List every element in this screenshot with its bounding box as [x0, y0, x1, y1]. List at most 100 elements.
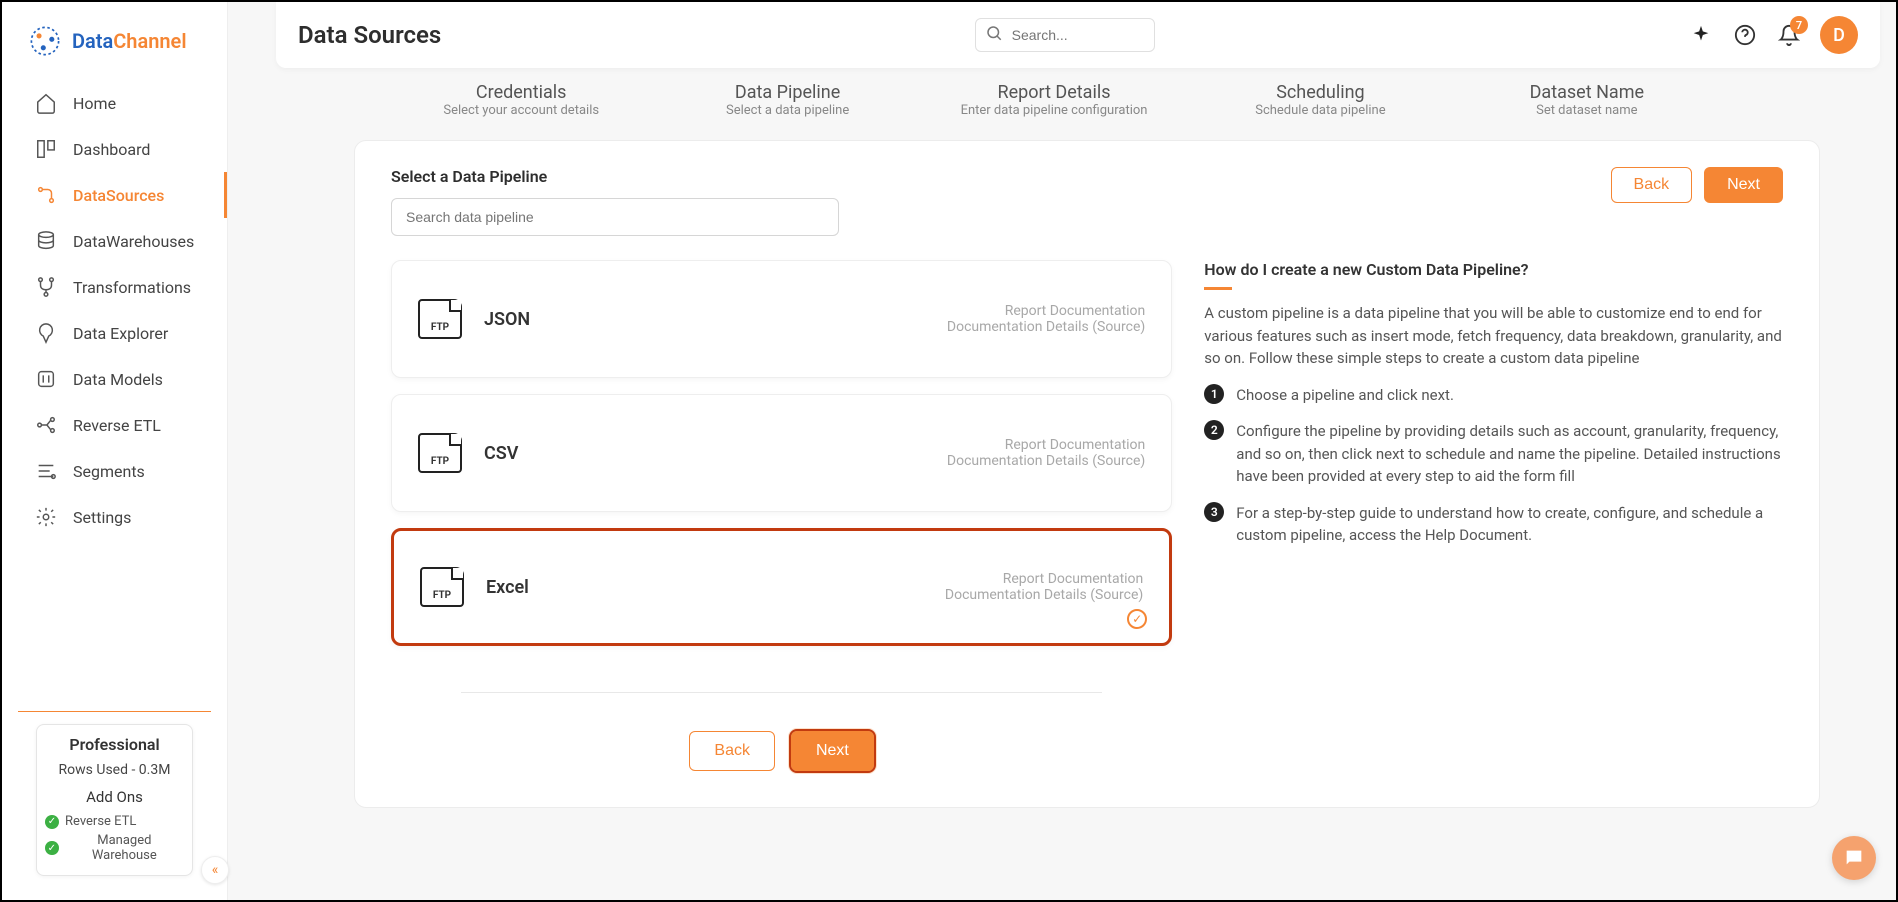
sidebar-item-datawarehouses[interactable]: DataWarehouses: [2, 218, 227, 264]
help-paragraph: A custom pipeline is a data pipeline tha…: [1204, 302, 1783, 370]
notifications-icon[interactable]: 7: [1776, 22, 1802, 48]
sidebar-item-label: Dashboard: [73, 140, 150, 159]
sidebar-item-home[interactable]: Home: [2, 80, 227, 126]
pipeline-links: Report Documentation Documentation Detai…: [947, 303, 1145, 335]
report-documentation-link[interactable]: Report Documentation: [947, 437, 1145, 453]
selected-check-icon: ✓: [1127, 609, 1147, 629]
pipeline-name: JSON: [484, 309, 530, 330]
back-button-bottom[interactable]: Back: [689, 731, 775, 771]
step-credentials[interactable]: Credentials Select your account details: [388, 82, 654, 118]
plan-title: Professional: [37, 735, 192, 754]
sidebar-item-label: Settings: [73, 508, 131, 527]
step-data-pipeline[interactable]: Data Pipeline Select a data pipeline: [654, 82, 920, 118]
card-buttons-bottom: Back Next: [391, 731, 1172, 771]
sidebar-collapse-button[interactable]: «: [201, 856, 229, 884]
sidebar-item-dataexplorer[interactable]: Data Explorer: [2, 310, 227, 356]
models-icon: [35, 368, 57, 390]
gear-icon: [35, 506, 57, 528]
ftp-folder-icon: FTP: [420, 567, 464, 607]
sidebar-item-datasources[interactable]: DataSources: [2, 172, 227, 218]
wizard-stepper: Credentials Select your account details …: [228, 74, 1880, 118]
report-documentation-link[interactable]: Report Documentation: [947, 303, 1145, 319]
sidebar-item-label: Segments: [73, 462, 145, 481]
page-title: Data Sources: [298, 21, 441, 49]
notification-badge: 7: [1790, 16, 1808, 34]
sidebar-plan-section: Professional Rows Used - 0.3M Add Ons ✓R…: [18, 711, 211, 900]
documentation-details-link[interactable]: Documentation Details (Source): [945, 587, 1143, 603]
documentation-details-link[interactable]: Documentation Details (Source): [947, 453, 1145, 469]
sidebar-item-label: Transformations: [73, 278, 191, 297]
select-pipeline-label: Select a Data Pipeline: [391, 167, 839, 186]
logo-icon: [28, 24, 62, 58]
sidebar-item-label: DataWarehouses: [73, 232, 194, 251]
help-step-3: 3For a step-by-step guide to understand …: [1204, 502, 1783, 547]
top-actions: 7 D: [1688, 16, 1858, 54]
pipeline-links: Report Documentation Documentation Detai…: [945, 571, 1143, 603]
help-underline: [1204, 287, 1232, 290]
sidebar-item-datamodels[interactable]: Data Models: [2, 356, 227, 402]
divider: [461, 692, 1102, 693]
check-icon: ✓: [45, 841, 59, 855]
help-icon[interactable]: [1732, 22, 1758, 48]
step-scheduling[interactable]: Scheduling Schedule data pipeline: [1187, 82, 1453, 118]
segments-icon: [35, 460, 57, 482]
pipeline-links: Report Documentation Documentation Detai…: [947, 437, 1145, 469]
sidebar-item-label: DataSources: [73, 186, 164, 205]
logo-text: DataChannel: [72, 29, 187, 53]
sidebar-item-reverseetl[interactable]: Reverse ETL: [2, 402, 227, 448]
chat-bubble-button[interactable]: [1832, 836, 1876, 880]
pipeline-card: Select a Data Pipeline Back Next FTP JSO…: [354, 140, 1820, 808]
pipeline-name: Excel: [486, 577, 529, 598]
explorer-icon: [35, 322, 57, 344]
help-panel: How do I create a new Custom Data Pipeli…: [1204, 260, 1783, 771]
pipeline-option-json[interactable]: FTP JSON Report Documentation Documentat…: [391, 260, 1172, 378]
ftp-folder-icon: FTP: [418, 433, 462, 473]
sidebar-item-transformations[interactable]: Transformations: [2, 264, 227, 310]
sidebar: DataChannel Home Dashboard DataSources D…: [2, 2, 228, 900]
card-buttons-top: Back Next: [1611, 167, 1783, 203]
documentation-details-link[interactable]: Documentation Details (Source): [947, 319, 1145, 335]
ftp-folder-icon: FTP: [418, 299, 462, 339]
next-button-bottom[interactable]: Next: [791, 731, 874, 771]
back-button-top[interactable]: Back: [1611, 167, 1693, 203]
pipeline-option-csv[interactable]: FTP CSV Report Documentation Documentati…: [391, 394, 1172, 512]
step-report-details[interactable]: Report Details Enter data pipeline confi…: [921, 82, 1187, 118]
help-title: How do I create a new Custom Data Pipeli…: [1204, 260, 1783, 279]
global-search[interactable]: [975, 18, 1155, 52]
sidebar-item-segments[interactable]: Segments: [2, 448, 227, 494]
pipeline-search-input[interactable]: [391, 198, 839, 236]
search-icon: [985, 24, 1003, 46]
sidebar-item-settings[interactable]: Settings: [2, 494, 227, 540]
addon-managed-warehouse: ✓Managed Warehouse: [37, 831, 192, 865]
dashboard-icon: [35, 138, 57, 160]
plan-box: Professional Rows Used - 0.3M Add Ons ✓R…: [36, 724, 193, 876]
sidebar-item-label: Home: [73, 94, 116, 113]
transform-icon: [35, 276, 57, 298]
main-content: Data Sources 7 D Credentials Select your…: [228, 2, 1896, 900]
sidebar-item-label: Reverse ETL: [73, 416, 161, 435]
report-documentation-link[interactable]: Report Documentation: [945, 571, 1143, 587]
help-step-1: 1Choose a pipeline and click next.: [1204, 384, 1783, 407]
sidebar-item-label: Data Models: [73, 370, 163, 389]
datasources-icon: [35, 184, 57, 206]
sparkle-icon[interactable]: [1688, 22, 1714, 48]
addons-title: Add Ons: [37, 788, 192, 806]
sidebar-item-label: Data Explorer: [73, 324, 168, 343]
addon-reverse-etl: ✓Reverse ETL: [37, 812, 192, 831]
pipeline-list: FTP JSON Report Documentation Documentat…: [391, 260, 1172, 771]
help-steps: 1Choose a pipeline and click next. 2Conf…: [1204, 384, 1783, 547]
top-bar: Data Sources 7 D: [276, 2, 1880, 68]
next-button-top[interactable]: Next: [1704, 167, 1783, 203]
home-icon: [35, 92, 57, 114]
check-icon: ✓: [45, 815, 59, 829]
pipeline-name: CSV: [484, 443, 518, 464]
warehouse-icon: [35, 230, 57, 252]
help-step-2: 2Configure the pipeline by providing det…: [1204, 420, 1783, 488]
reverseetl-icon: [35, 414, 57, 436]
plan-rows-used: Rows Used - 0.3M: [37, 762, 192, 778]
pipeline-option-excel[interactable]: FTP Excel Report Documentation Documenta…: [391, 528, 1172, 646]
user-avatar[interactable]: D: [1820, 16, 1858, 54]
brand-logo[interactable]: DataChannel: [2, 2, 227, 76]
step-dataset-name[interactable]: Dataset Name Set dataset name: [1454, 82, 1720, 118]
sidebar-item-dashboard[interactable]: Dashboard: [2, 126, 227, 172]
